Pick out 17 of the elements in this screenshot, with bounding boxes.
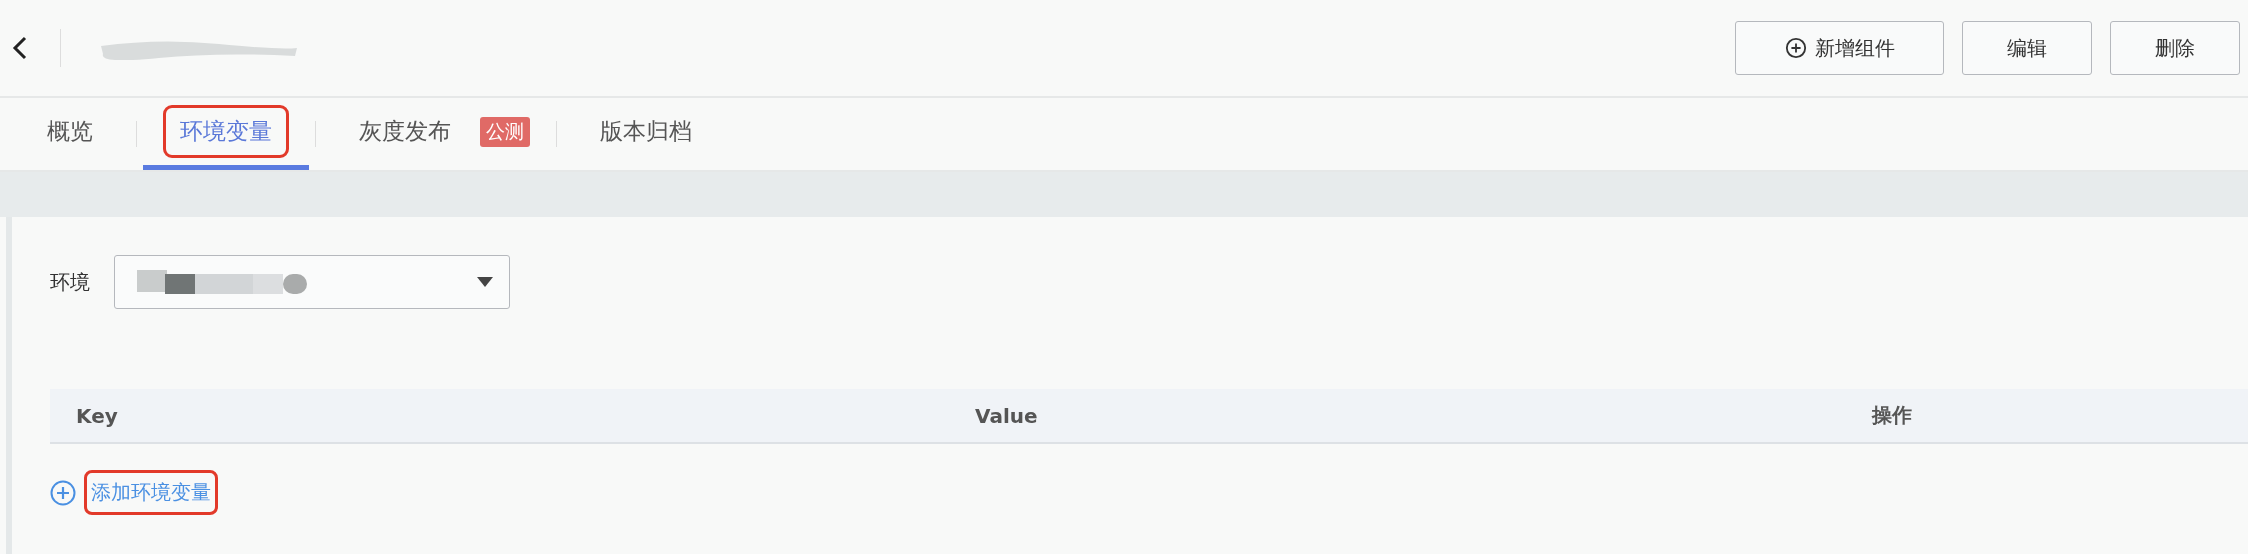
add-icon: [1784, 37, 1807, 59]
tab[interactable]: 灰度发布: [342, 105, 468, 158]
add-component-button[interactable]: 新增组件: [1735, 21, 1944, 75]
dropdown-caret-icon: [477, 277, 493, 287]
tab[interactable]: 版本归档: [583, 105, 709, 158]
environment-select[interactable]: [114, 255, 510, 309]
beta-badge: 公测: [480, 116, 530, 147]
column-header: 操作: [1872, 402, 1912, 429]
back-icon[interactable]: [12, 35, 28, 61]
tab[interactable]: 环境变量: [163, 105, 289, 158]
add-icon[interactable]: [50, 479, 76, 506]
column-header: Value: [975, 403, 1039, 428]
column-header: Key: [76, 403, 119, 428]
header-button[interactable]: 编辑: [1962, 21, 2092, 75]
environment-label: 环境: [50, 268, 90, 296]
tab[interactable]: 概览: [30, 105, 110, 158]
header-button[interactable]: 删除: [2110, 21, 2240, 75]
